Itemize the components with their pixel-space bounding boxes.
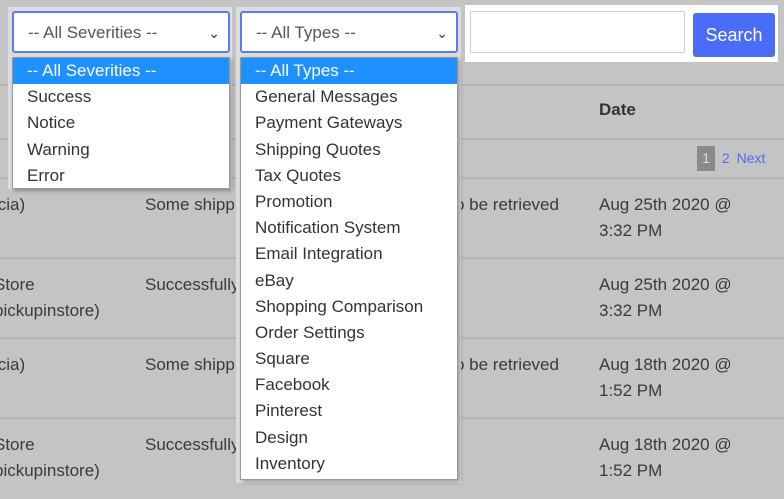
row-message-end: o be retrieved xyxy=(455,195,559,214)
type-option[interactable]: Order Settings xyxy=(241,320,457,346)
severity-option[interactable]: Error xyxy=(13,163,229,189)
type-option[interactable]: Email Integration xyxy=(241,241,457,267)
column-header-date[interactable]: Date xyxy=(599,100,636,120)
row-module: icia) xyxy=(0,195,26,214)
type-option[interactable]: Design xyxy=(241,425,457,451)
row-time: 1:52 PM xyxy=(599,461,663,480)
severity-option[interactable]: Notice xyxy=(13,110,229,136)
severity-option[interactable]: Success xyxy=(13,84,229,110)
next-page-link[interactable]: Next xyxy=(737,150,766,166)
severity-dropdown: -- All Severities -- Success Notice Warning… xyxy=(12,57,230,189)
type-option[interactable]: Notification System xyxy=(241,215,457,241)
row-message: Successfully xyxy=(145,275,240,294)
row-time: 3:32 PM xyxy=(599,221,663,240)
row-date: Aug 25th 2020 @ xyxy=(599,195,732,214)
severity-select[interactable]: -- All Severities -- ⌄ xyxy=(12,11,230,53)
severity-option[interactable]: Warning xyxy=(13,137,229,163)
row-module-id: pickupinstore) xyxy=(0,461,100,480)
type-option[interactable]: Pinterest xyxy=(241,398,457,424)
chevron-down-icon: ⌄ xyxy=(436,25,448,41)
search-input[interactable] xyxy=(470,11,685,53)
page-1-current: 1 xyxy=(697,146,715,171)
severity-select-value: -- All Severities -- xyxy=(28,23,158,42)
type-option[interactable]: Payment Gateways xyxy=(241,110,457,136)
row-date: Aug 18th 2020 @ xyxy=(599,355,732,374)
type-option[interactable]: Square xyxy=(241,346,457,372)
row-date: Aug 18th 2020 @ xyxy=(599,435,732,454)
type-option[interactable]: Promotion xyxy=(241,189,457,215)
type-option[interactable]: Tax Quotes xyxy=(241,163,457,189)
row-message: Some shipp xyxy=(145,355,235,374)
row-module: icia) xyxy=(0,355,26,374)
chevron-down-icon: ⌄ xyxy=(208,25,220,41)
row-time: 1:52 PM xyxy=(599,381,663,400)
type-option[interactable]: Inventory xyxy=(241,451,457,477)
page-2-link[interactable]: 2 xyxy=(722,150,730,166)
severity-option[interactable]: -- All Severities -- xyxy=(13,58,229,85)
type-option[interactable]: Shipping Quotes xyxy=(241,137,457,163)
type-option[interactable]: General Messages xyxy=(241,84,457,110)
type-dropdown: -- All Types -- General Messages Payment G… xyxy=(240,57,458,480)
type-option[interactable]: Facebook xyxy=(241,372,457,398)
type-option[interactable]: eBay xyxy=(241,268,457,294)
type-option[interactable]: -- All Types -- xyxy=(241,58,457,85)
type-option[interactable]: Shopping Comparison xyxy=(241,294,457,320)
row-message: Successfully xyxy=(145,435,240,454)
row-module: Store xyxy=(0,275,35,294)
row-module: Store xyxy=(0,435,35,454)
row-date: Aug 25th 2020 @ xyxy=(599,275,732,294)
row-time: 3:32 PM xyxy=(599,301,663,320)
row-module-id: pickupinstore) xyxy=(0,301,100,320)
type-select[interactable]: -- All Types -- ⌄ xyxy=(240,11,458,53)
row-message-end: o be retrieved xyxy=(455,355,559,374)
pagination: 1 2 Next xyxy=(697,146,765,171)
row-message: Some shipp xyxy=(145,195,235,214)
search-button[interactable]: Search xyxy=(693,13,775,57)
type-select-value: -- All Types -- xyxy=(256,23,356,42)
